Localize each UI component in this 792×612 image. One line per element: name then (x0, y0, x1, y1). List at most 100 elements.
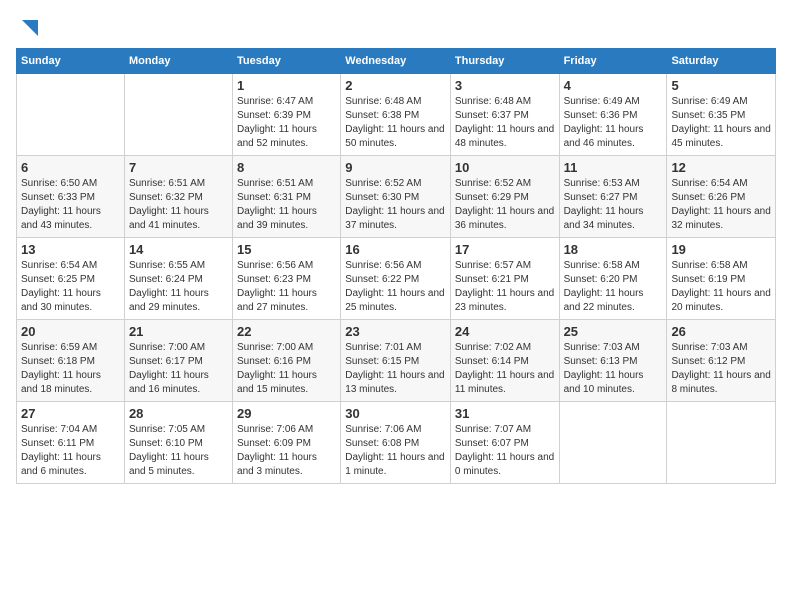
calendar-cell: 12 Sunrise: 6:54 AM Sunset: 6:26 PM Dayli… (667, 156, 776, 238)
calendar-cell: 26Sunrise: 7:03 AM Sunset: 6:12 PM Dayli… (667, 320, 776, 402)
calendar-cell (667, 402, 776, 484)
calendar-day-header: Monday (124, 49, 232, 74)
day-number: 13 (21, 242, 120, 257)
logo (16, 16, 40, 38)
day-info: Sunrise: 6:49 AM Sunset: 6:35 PM Dayligh… (671, 95, 771, 151)
day-number: 8 (237, 160, 336, 175)
day-info: Sunrise: 7:00 AM Sunset: 6:17 PM Dayligh… (129, 341, 228, 397)
page-header (16, 16, 776, 38)
day-number: 27 (21, 406, 120, 421)
calendar-week-row: 1 Sunrise: 6:47 AM Sunset: 6:39 PM Daylig… (17, 74, 776, 156)
day-info: Sunrise: 7:04 AM Sunset: 6:11 PM Dayligh… (21, 423, 120, 479)
day-info: Sunrise: 7:06 AM Sunset: 6:08 PM Dayligh… (345, 423, 446, 479)
day-number: 10 (455, 160, 555, 175)
calendar-cell: 16 Sunrise: 6:56 AM Sunset: 6:22 PM Dayli… (341, 238, 451, 320)
day-info: Sunrise: 6:59 AM Sunset: 6:18 PM Dayligh… (21, 341, 120, 397)
day-number: 2 (345, 78, 446, 93)
calendar-cell: 21 Sunrise: 7:00 AM Sunset: 6:17 PM Dayli… (124, 320, 232, 402)
logo-text (16, 16, 40, 38)
calendar-cell: 10 Sunrise: 6:52 AM Sunset: 6:29 PM Dayli… (450, 156, 559, 238)
day-number: 28 (129, 406, 228, 421)
calendar-cell: 6 Sunrise: 6:50 AM Sunset: 6:33 PM Daylig… (17, 156, 125, 238)
day-number: 5 (671, 78, 771, 93)
calendar-cell: 28 Sunrise: 7:05 AM Sunset: 6:10 PM Dayli… (124, 402, 232, 484)
day-number: 17 (455, 242, 555, 257)
day-info: Sunrise: 7:07 AM Sunset: 6:07 PM Dayligh… (455, 423, 555, 479)
calendar-day-header: Sunday (17, 49, 125, 74)
calendar-cell: 8 Sunrise: 6:51 AM Sunset: 6:31 PM Daylig… (233, 156, 341, 238)
calendar-cell: 14Sunrise: 6:55 AM Sunset: 6:24 PM Dayli… (124, 238, 232, 320)
day-info: Sunrise: 6:50 AM Sunset: 6:33 PM Dayligh… (21, 177, 120, 233)
calendar-cell: 31 Sunrise: 7:07 AM Sunset: 6:07 PM Dayli… (450, 402, 559, 484)
day-number: 6 (21, 160, 120, 175)
day-info: Sunrise: 6:51 AM Sunset: 6:31 PM Dayligh… (237, 177, 336, 233)
day-info: Sunrise: 6:58 AM Sunset: 6:19 PM Dayligh… (671, 259, 771, 315)
day-info: Sunrise: 6:47 AM Sunset: 6:39 PM Dayligh… (237, 95, 336, 151)
day-info: Sunrise: 7:01 AM Sunset: 6:15 PM Dayligh… (345, 341, 446, 397)
calendar-cell: 17 Sunrise: 6:57 AM Sunset: 6:21 PM Dayli… (450, 238, 559, 320)
calendar-cell: 19 Sunrise: 6:58 AM Sunset: 6:19 PM Dayli… (667, 238, 776, 320)
calendar-day-header: Saturday (667, 49, 776, 74)
day-info: Sunrise: 7:00 AM Sunset: 6:16 PM Dayligh… (237, 341, 336, 397)
day-number: 4 (564, 78, 663, 93)
calendar-cell: 20Sunrise: 6:59 AM Sunset: 6:18 PM Dayli… (17, 320, 125, 402)
day-number: 30 (345, 406, 446, 421)
calendar-day-header: Thursday (450, 49, 559, 74)
day-number: 19 (671, 242, 771, 257)
day-number: 31 (455, 406, 555, 421)
day-info: Sunrise: 6:56 AM Sunset: 6:23 PM Dayligh… (237, 259, 336, 315)
calendar-cell: 27 Sunrise: 7:04 AM Sunset: 6:11 PM Dayli… (17, 402, 125, 484)
day-info: Sunrise: 6:48 AM Sunset: 6:37 PM Dayligh… (455, 95, 555, 151)
calendar-cell: 7 Sunrise: 6:51 AM Sunset: 6:32 PM Daylig… (124, 156, 232, 238)
day-info: Sunrise: 7:06 AM Sunset: 6:09 PM Dayligh… (237, 423, 336, 479)
day-info: Sunrise: 7:03 AM Sunset: 6:13 PM Dayligh… (564, 341, 663, 397)
day-number: 26 (671, 324, 771, 339)
day-number: 21 (129, 324, 228, 339)
day-info: Sunrise: 7:05 AM Sunset: 6:10 PM Dayligh… (129, 423, 228, 479)
calendar-week-row: 27 Sunrise: 7:04 AM Sunset: 6:11 PM Dayli… (17, 402, 776, 484)
calendar-cell: 1 Sunrise: 6:47 AM Sunset: 6:39 PM Daylig… (233, 74, 341, 156)
day-info: Sunrise: 6:57 AM Sunset: 6:21 PM Dayligh… (455, 259, 555, 315)
day-number: 25 (564, 324, 663, 339)
day-number: 24 (455, 324, 555, 339)
calendar-cell: 3 Sunrise: 6:48 AM Sunset: 6:37 PM Daylig… (450, 74, 559, 156)
day-number: 11 (564, 160, 663, 175)
calendar-week-row: 13Sunrise: 6:54 AM Sunset: 6:25 PM Dayli… (17, 238, 776, 320)
day-number: 3 (455, 78, 555, 93)
calendar-cell: 9Sunrise: 6:52 AM Sunset: 6:30 PM Daylig… (341, 156, 451, 238)
day-info: Sunrise: 6:55 AM Sunset: 6:24 PM Dayligh… (129, 259, 228, 315)
day-info: Sunrise: 6:51 AM Sunset: 6:32 PM Dayligh… (129, 177, 228, 233)
calendar-cell: 15 Sunrise: 6:56 AM Sunset: 6:23 PM Dayli… (233, 238, 341, 320)
day-number: 15 (237, 242, 336, 257)
calendar-header-row: SundayMondayTuesdayWednesdayThursdayFrid… (17, 49, 776, 74)
day-info: Sunrise: 6:58 AM Sunset: 6:20 PM Dayligh… (564, 259, 663, 315)
day-info: Sunrise: 6:54 AM Sunset: 6:26 PM Dayligh… (671, 177, 771, 233)
day-number: 7 (129, 160, 228, 175)
day-number: 1 (237, 78, 336, 93)
calendar-day-header: Tuesday (233, 49, 341, 74)
calendar-cell: 5 Sunrise: 6:49 AM Sunset: 6:35 PM Daylig… (667, 74, 776, 156)
day-number: 16 (345, 242, 446, 257)
day-info: Sunrise: 6:53 AM Sunset: 6:27 PM Dayligh… (564, 177, 663, 233)
day-number: 12 (671, 160, 771, 175)
day-info: Sunrise: 7:02 AM Sunset: 6:14 PM Dayligh… (455, 341, 555, 397)
day-info: Sunrise: 6:56 AM Sunset: 6:22 PM Dayligh… (345, 259, 446, 315)
day-number: 23 (345, 324, 446, 339)
calendar-cell: 22Sunrise: 7:00 AM Sunset: 6:16 PM Dayli… (233, 320, 341, 402)
calendar-cell: 25 Sunrise: 7:03 AM Sunset: 6:13 PM Dayli… (559, 320, 667, 402)
calendar-day-header: Wednesday (341, 49, 451, 74)
day-number: 18 (564, 242, 663, 257)
logo-general (16, 16, 40, 38)
calendar-cell: 30 Sunrise: 7:06 AM Sunset: 6:08 PM Dayli… (341, 402, 451, 484)
calendar-cell: 18 Sunrise: 6:58 AM Sunset: 6:20 PM Dayli… (559, 238, 667, 320)
calendar-cell: 2Sunrise: 6:48 AM Sunset: 6:38 PM Daylig… (341, 74, 451, 156)
calendar-day-header: Friday (559, 49, 667, 74)
calendar-cell: 13Sunrise: 6:54 AM Sunset: 6:25 PM Dayli… (17, 238, 125, 320)
calendar-cell: 24 Sunrise: 7:02 AM Sunset: 6:14 PM Dayli… (450, 320, 559, 402)
calendar-cell (124, 74, 232, 156)
day-info: Sunrise: 6:52 AM Sunset: 6:29 PM Dayligh… (455, 177, 555, 233)
calendar-cell: 11 Sunrise: 6:53 AM Sunset: 6:27 PM Dayli… (559, 156, 667, 238)
day-number: 29 (237, 406, 336, 421)
calendar-cell: 23 Sunrise: 7:01 AM Sunset: 6:15 PM Dayli… (341, 320, 451, 402)
calendar-week-row: 20Sunrise: 6:59 AM Sunset: 6:18 PM Dayli… (17, 320, 776, 402)
